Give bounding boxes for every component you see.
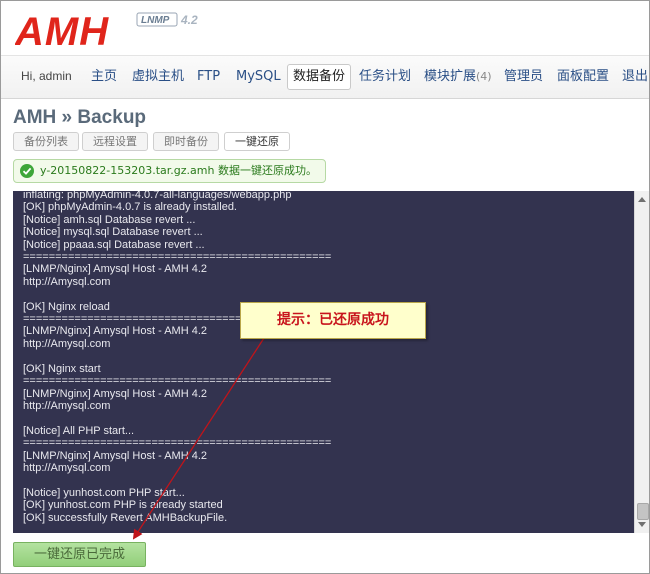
nav-item-mysql[interactable]: MySQL bbox=[231, 65, 286, 89]
success-notice: y-20150822-153203.tar.gz.amh 数据一键还原成功。 bbox=[13, 159, 326, 183]
annotation-callout: 提示：已还原成功 bbox=[240, 302, 426, 339]
console-line: ========================================… bbox=[23, 437, 332, 450]
amh-logo: AMH LNMP 4.2 bbox=[15, 10, 198, 51]
console-line: ========================================… bbox=[23, 251, 332, 264]
console-line: [Notice] All PHP start... bbox=[23, 424, 135, 437]
check-circle-icon bbox=[20, 164, 34, 178]
nav-item-tasks[interactable]: 任务计划 bbox=[354, 65, 416, 89]
scroll-down-arrow-icon[interactable] bbox=[638, 522, 646, 527]
nav-item-admins[interactable]: 管理员 bbox=[499, 65, 548, 89]
page-title: AMH » Backup bbox=[13, 107, 147, 128]
console-line: http://Amysql.com bbox=[23, 461, 111, 474]
console-line: [OK] successfully Revert AMHBackupFile. bbox=[23, 511, 228, 524]
console-line: [OK] Nginx start bbox=[23, 362, 101, 375]
console-line: [LNMP/Nginx] Amysql Host - AMH 4.2 bbox=[23, 263, 207, 276]
user-greeting: Hi, admin bbox=[21, 69, 72, 83]
nav-item-ftp[interactable]: FTP bbox=[192, 65, 225, 89]
console-line: [OK] yunhost.com PHP is already started bbox=[23, 499, 223, 512]
console-line: [OK] phpMyAdmin-4.0.7 is already install… bbox=[23, 201, 237, 214]
subtab-one-click-restore[interactable]: 一键还原 bbox=[224, 132, 290, 151]
main-nav: Hi, admin 主页 虚拟主机 FTP MySQL 数据备份 任务计划 模块… bbox=[1, 55, 649, 99]
console-line: inflating: phpMyAdmin-4.0.7-all-language… bbox=[23, 191, 292, 201]
console-line: [Notice] mysql.sql Database revert ... bbox=[23, 226, 203, 239]
logo-badge: LNMP bbox=[141, 15, 170, 26]
subtab-instant-backup[interactable]: 即时备份 bbox=[153, 132, 219, 151]
nav-item-home[interactable]: 主页 bbox=[86, 65, 122, 89]
nav-item-modules[interactable]: 模块扩展(4) bbox=[419, 65, 497, 89]
nav-item-panel-config[interactable]: 面板配置 bbox=[552, 65, 614, 89]
console-lines: inflating: phpMyAdmin-4.0.7-all-language… bbox=[23, 191, 614, 524]
logo-text: AMH bbox=[15, 10, 109, 51]
scroll-up-arrow-icon[interactable] bbox=[638, 197, 646, 202]
console-line: [Notice] ppaaa.sql Database revert ... bbox=[23, 238, 205, 251]
header: AMH LNMP 4.2 bbox=[1, 1, 649, 55]
console-line: [Notice] yunhost.com PHP start... bbox=[23, 486, 185, 499]
restore-complete-button[interactable]: 一键还原已完成 bbox=[13, 542, 146, 567]
logo-version: 4.2 bbox=[180, 13, 198, 27]
console-line: [LNMP/Nginx] Amysql Host - AMH 4.2 bbox=[23, 387, 207, 400]
console-line: [Notice] amh.sql Database revert ... bbox=[23, 213, 196, 226]
subtab-remote-settings[interactable]: 远程设置 bbox=[82, 132, 148, 151]
scroll-thumb[interactable] bbox=[637, 503, 649, 520]
restore-log-console[interactable]: inflating: phpMyAdmin-4.0.7-all-language… bbox=[13, 191, 634, 533]
console-line: http://Amysql.com bbox=[23, 337, 111, 350]
success-notice-text: y-20150822-153203.tar.gz.amh 数据一键还原成功。 bbox=[40, 164, 317, 177]
app-frame: AMH LNMP 4.2 Hi, admin 主页 虚拟主机 FTP MySQL… bbox=[0, 0, 650, 574]
console-line: ========================================… bbox=[23, 375, 332, 388]
console-scrollbar[interactable] bbox=[634, 191, 649, 533]
nav-item-backup[interactable]: 数据备份 bbox=[287, 64, 352, 90]
subtab-backup-list[interactable]: 备份列表 bbox=[13, 132, 79, 151]
nav-item-modules-label: 模块扩展 bbox=[424, 69, 477, 84]
console-line: [LNMP/Nginx] Amysql Host - AMH 4.2 bbox=[23, 449, 207, 462]
console-line: http://Amysql.com bbox=[23, 275, 111, 288]
nav-item-vhost[interactable]: 虚拟主机 bbox=[127, 65, 189, 89]
nav-item-logout[interactable]: 退出 bbox=[617, 65, 649, 89]
nav-item-modules-count: (4) bbox=[476, 70, 492, 83]
console-line: http://Amysql.com bbox=[23, 399, 111, 412]
